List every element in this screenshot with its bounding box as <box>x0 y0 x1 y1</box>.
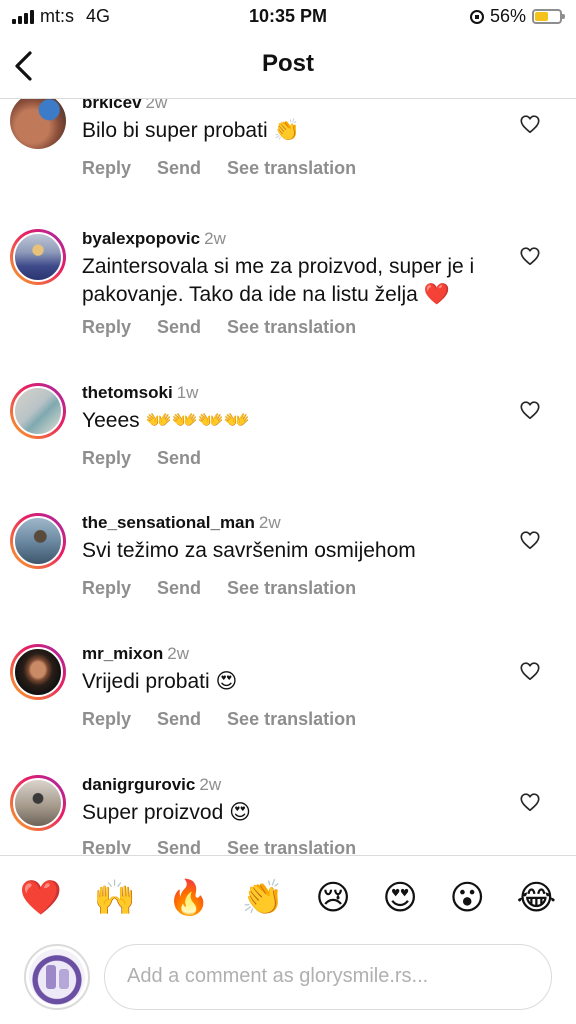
like-heart-icon[interactable] <box>519 791 541 813</box>
like-heart-icon[interactable] <box>519 113 541 135</box>
send-button[interactable]: Send <box>157 317 201 338</box>
comment-time: 2w <box>204 229 226 248</box>
page-title: Post <box>261 50 314 77</box>
reaction-raised-hands[interactable]: 🙌 <box>94 878 136 918</box>
comment-text: Svi težimo za savršenim osmijehom <box>82 539 416 562</box>
comment-username[interactable]: thetomsoki 1w <box>82 383 198 403</box>
reaction-fire[interactable]: 🔥 <box>168 878 210 918</box>
comment-text: Bilo bi super probati 👏 <box>82 119 300 142</box>
comment-input[interactable] <box>125 945 539 1007</box>
rotation-lock-icon <box>469 9 484 24</box>
comment-time: 2w <box>258 513 281 532</box>
send-button[interactable]: Send <box>157 158 201 179</box>
comment-username[interactable]: the_sensational_man 2w <box>82 513 281 533</box>
send-button[interactable]: Send <box>157 578 201 599</box>
reaction-heart[interactable]: ❤️ <box>20 878 62 918</box>
comment-actions: Reply Send See translation <box>82 158 356 179</box>
status-right: 56% <box>469 6 565 27</box>
like-heart-icon[interactable] <box>519 245 541 267</box>
see-translation-button[interactable]: See translation <box>227 578 356 599</box>
comment-input-wrapper[interactable] <box>104 944 552 1010</box>
comment-text: Vrijedi probati 😍 <box>82 670 238 693</box>
comment-text: Super proizvod 😍 <box>82 801 251 824</box>
comment-actions: Reply Send See translation <box>82 709 356 730</box>
comment-actions: Reply Send See translation <box>82 838 356 854</box>
nav-bar: Post <box>0 34 576 99</box>
comment-username[interactable]: danigrgurovic 2w <box>82 775 221 795</box>
see-translation-button[interactable]: See translation <box>227 838 356 854</box>
reply-button[interactable]: Reply <box>82 838 131 854</box>
send-button[interactable]: Send <box>157 709 201 730</box>
reply-button[interactable]: Reply <box>82 709 131 730</box>
see-translation-button[interactable]: See translation <box>227 709 356 730</box>
like-heart-icon[interactable] <box>519 529 541 551</box>
comment-time: 2w <box>145 99 168 112</box>
comment-text: Yeees 👐👐👐👐 <box>82 409 251 432</box>
battery-percent: 56% <box>489 6 526 26</box>
my-avatar[interactable] <box>24 944 90 1010</box>
comment-text: Zaintersovala si me za proizvod, super j… <box>82 255 475 306</box>
comment-username[interactable]: mr_mixon 2w <box>82 644 189 664</box>
see-translation-button[interactable]: See translation <box>227 158 356 179</box>
see-translation-button[interactable]: See translation <box>227 317 356 338</box>
comment-composer <box>0 940 576 1020</box>
like-heart-icon[interactable] <box>519 660 541 682</box>
reply-button[interactable]: Reply <box>82 317 131 338</box>
comment-list[interactable]: brkicev 2w Bilo bi super probati 👏 Reply … <box>0 99 576 854</box>
battery-icon <box>532 9 565 24</box>
comment-actions: Reply Send See translation <box>82 578 356 599</box>
comment-actions: Reply Send See translation <box>82 317 356 338</box>
comment-time: 2w <box>167 644 189 663</box>
quick-reaction-bar: ❤️ 🙌 🔥 👏 😢 😍 😮 😂 <box>0 872 576 924</box>
send-button[interactable]: Send <box>157 448 201 469</box>
avatar[interactable] <box>10 513 66 569</box>
status-bar: mt:s 4G 10:35 PM 56% <box>0 0 576 34</box>
reaction-crying[interactable]: 😢 <box>315 878 350 918</box>
like-heart-icon[interactable] <box>519 399 541 421</box>
avatar[interactable] <box>10 99 66 149</box>
comment-time: 1w <box>176 383 199 402</box>
reaction-heart-eyes[interactable]: 😍 <box>382 878 417 918</box>
reply-button[interactable]: Reply <box>82 158 131 179</box>
comment-time: 2w <box>199 775 222 794</box>
avatar[interactable] <box>10 229 66 285</box>
reaction-clap[interactable]: 👏 <box>242 878 284 918</box>
comment-username[interactable]: byalexpopovic 2w <box>82 229 226 249</box>
divider <box>0 855 576 856</box>
reply-button[interactable]: Reply <box>82 578 131 599</box>
comment-username[interactable]: brkicev 2w <box>82 99 167 113</box>
reaction-laughing[interactable]: 😂 <box>516 878 556 918</box>
reply-button[interactable]: Reply <box>82 448 131 469</box>
comment-actions: Reply Send <box>82 448 201 469</box>
reaction-surprised[interactable]: 😮 <box>449 878 484 918</box>
avatar[interactable] <box>10 383 66 439</box>
avatar[interactable] <box>10 644 66 700</box>
avatar-image <box>29 949 85 1005</box>
avatar[interactable] <box>10 775 66 831</box>
send-button[interactable]: Send <box>157 838 201 854</box>
